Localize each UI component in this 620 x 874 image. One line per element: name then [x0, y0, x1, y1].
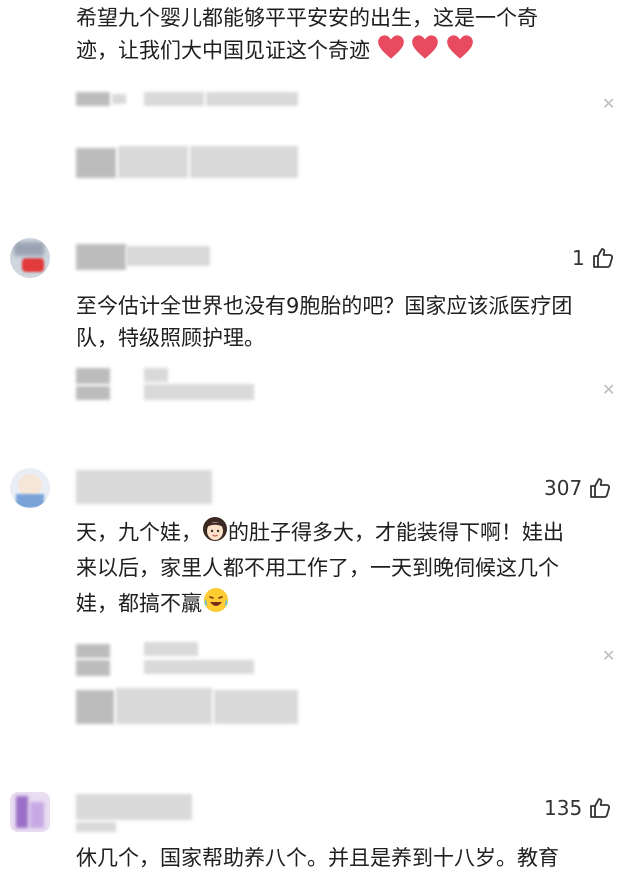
comment-2-line-2: 队，特级照顾护理。: [76, 326, 265, 350]
laughing-crying-icon: [202, 586, 230, 623]
avatar[interactable]: [10, 238, 50, 278]
heart-icon: [446, 34, 474, 69]
heart-icon: [411, 34, 439, 69]
avatar[interactable]: [10, 468, 50, 508]
like-count-value: 135: [544, 796, 583, 820]
like-count[interactable]: 307: [544, 476, 612, 500]
comment-1-line-2: 迹，让我们大中国见证这个奇迹: [76, 34, 474, 69]
close-icon[interactable]: ✕: [602, 648, 615, 664]
comment-3-line-1b: 的肚子得多大，才能装得下啊！娃出: [228, 520, 564, 545]
comment-4-line-1: 休几个，国家帮助养八个。并且是养到十八岁。教育: [76, 846, 559, 870]
avatar[interactable]: [10, 792, 50, 832]
comment-3-line-1: 天，九个娃， 的肚子得多大，才能装得下啊！娃出: [76, 516, 564, 551]
woman-face-icon: [202, 516, 228, 551]
like-count[interactable]: 135: [544, 796, 612, 820]
comment-3-line-3: 娃，都搞不羸: [76, 586, 230, 623]
like-count-value: 1: [572, 246, 585, 270]
like-count[interactable]: 1: [572, 246, 615, 270]
close-icon[interactable]: ✕: [602, 96, 615, 112]
comment-3-line-3-text: 娃，都搞不羸: [76, 591, 202, 616]
like-count-value: 307: [544, 476, 583, 500]
comment-1-line-1: 希望九个婴儿都能够平平安安的出生，这是一个奇: [76, 6, 538, 30]
thumbs-up-icon[interactable]: [588, 476, 612, 500]
comment-2-line-1: 至今估计全世界也没有9胞胎的吧？国家应该派医疗团: [76, 294, 573, 318]
heart-icon: [377, 34, 405, 69]
thumbs-up-icon[interactable]: [588, 796, 612, 820]
comment-3-line-2: 来以后，家里人都不用工作了，一天到晚伺候这几个: [76, 556, 559, 580]
close-icon[interactable]: ✕: [602, 382, 615, 398]
thumbs-up-icon[interactable]: [591, 246, 615, 270]
comment-3-line-1a: 天，九个娃，: [76, 520, 202, 545]
comment-1-line-2-text: 迹，让我们大中国见证这个奇迹: [76, 38, 370, 63]
